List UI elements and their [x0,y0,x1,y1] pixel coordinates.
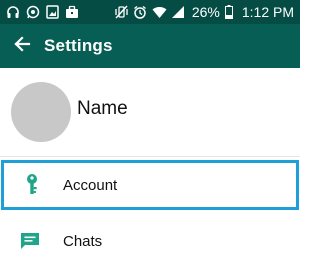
profile-row[interactable]: Name [0,68,300,156]
settings-item-label: Chats [63,232,103,250]
profile-name: Name [77,98,128,119]
status-left-icons [0,5,79,19]
divider [0,156,300,157]
image-icon [46,5,59,19]
alarm-icon [133,5,147,19]
whatsapp-icon [26,5,40,19]
signal-icon [171,5,185,19]
battery-percent: 26% [191,4,220,20]
page-title: Settings [44,36,113,55]
back-button[interactable] [0,24,44,68]
headphones-icon [6,5,20,19]
status-right-icons: 26% 1:12 PM [115,4,300,20]
status-time: 1:12 PM [241,4,294,20]
briefcase-icon [65,5,79,19]
settings-item-chats[interactable]: Chats [0,214,300,268]
app-toolbar: Settings [0,24,300,68]
chat-icon [0,232,60,250]
status-bar: 26% 1:12 PM [0,0,300,24]
wifi-icon [152,5,167,19]
settings-item-account[interactable]: Account [1,160,299,210]
battery-icon [224,5,233,19]
back-arrow-icon [13,35,31,58]
avatar[interactable] [11,82,71,142]
settings-item-label: Account [63,176,118,194]
vibrate-icon [115,5,128,19]
key-icon [4,173,60,197]
